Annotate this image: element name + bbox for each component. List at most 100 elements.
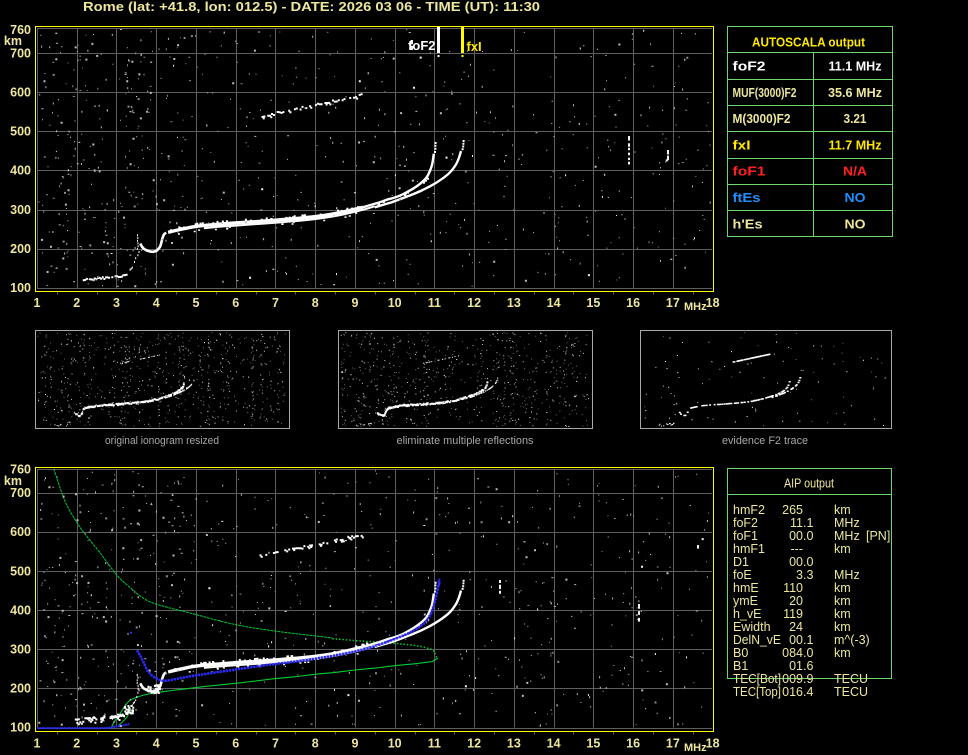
svg-text:fxI: fxI — [467, 39, 482, 54]
svg-text:18: 18 — [706, 296, 720, 310]
svg-text:7: 7 — [272, 296, 279, 310]
svg-text:00: 00 — [789, 529, 803, 543]
svg-text:km: km — [834, 503, 851, 517]
svg-text:100: 100 — [10, 281, 31, 295]
svg-text:km: km — [834, 607, 851, 621]
svg-text:15: 15 — [586, 737, 600, 751]
svg-text:N/A: N/A — [843, 164, 868, 179]
svg-text:TEC[Top]: TEC[Top] — [733, 685, 781, 699]
svg-text:11: 11 — [428, 296, 441, 310]
svg-text:11: 11 — [790, 516, 803, 530]
svg-text:MHz: MHz — [834, 568, 860, 582]
svg-text:700: 700 — [10, 486, 31, 500]
svg-text:00: 00 — [789, 555, 803, 569]
svg-text:10: 10 — [388, 737, 402, 751]
svg-text:500: 500 — [10, 125, 31, 139]
svg-text:400: 400 — [10, 603, 31, 617]
svg-text:Rome (lat: +41.8, lon: 012.5): Rome (lat: +41.8, lon: 012.5) - DATE: 20… — [83, 0, 540, 14]
svg-text:.6: .6 — [803, 659, 813, 673]
svg-text:h_vE: h_vE — [733, 607, 762, 621]
svg-text:foF1: foF1 — [733, 529, 758, 543]
svg-text:200: 200 — [10, 242, 31, 256]
svg-text:.0: .0 — [803, 555, 813, 569]
svg-text:9: 9 — [351, 737, 358, 751]
svg-text:.1: .1 — [803, 633, 813, 647]
svg-text:.0: .0 — [803, 529, 813, 543]
svg-text:B1: B1 — [733, 659, 748, 673]
svg-text:5: 5 — [192, 296, 199, 310]
svg-text:5: 5 — [192, 737, 199, 751]
svg-text:18: 18 — [706, 737, 720, 751]
svg-text:300: 300 — [10, 203, 31, 217]
svg-text:.3: .3 — [803, 568, 813, 582]
svg-text:.1: .1 — [803, 516, 813, 530]
svg-text:7: 7 — [272, 737, 279, 751]
svg-text:TECU: TECU — [834, 685, 868, 699]
svg-text:Ewidth: Ewidth — [733, 620, 771, 634]
svg-text:MHz: MHz — [684, 301, 707, 313]
svg-text:fxI: fxI — [733, 137, 751, 152]
svg-text:[PN]: [PN] — [866, 529, 890, 543]
svg-text:100: 100 — [10, 721, 31, 735]
svg-text:6: 6 — [232, 296, 239, 310]
svg-text:1: 1 — [34, 737, 41, 751]
svg-text:original ionogram resized: original ionogram resized — [105, 435, 219, 447]
svg-text:3: 3 — [796, 568, 803, 582]
svg-text:11: 11 — [428, 737, 441, 751]
svg-text:20: 20 — [789, 594, 803, 608]
svg-text:17: 17 — [666, 296, 680, 310]
svg-text:084: 084 — [782, 646, 803, 660]
svg-text:km: km — [834, 594, 851, 608]
svg-text:foF2: foF2 — [733, 516, 758, 530]
svg-text:9: 9 — [351, 296, 358, 310]
svg-text:4: 4 — [153, 296, 160, 310]
svg-text:foF2: foF2 — [733, 59, 766, 74]
svg-text:hmF1: hmF1 — [733, 542, 765, 556]
svg-text:km: km — [834, 581, 851, 595]
svg-text:17: 17 — [666, 737, 680, 751]
svg-text:D1: D1 — [733, 555, 749, 569]
svg-text:3.21: 3.21 — [844, 111, 867, 126]
svg-text:600: 600 — [10, 525, 31, 539]
svg-text:M(3000)F2: M(3000)F2 — [733, 111, 791, 126]
svg-text:MUF(3000)F2: MUF(3000)F2 — [733, 85, 797, 100]
svg-text:foF2: foF2 — [408, 38, 435, 53]
svg-text:11.1 MHz: 11.1 MHz — [829, 59, 882, 74]
svg-text:2: 2 — [73, 296, 80, 310]
svg-text:12: 12 — [467, 296, 481, 310]
svg-text:24: 24 — [789, 620, 803, 634]
svg-text:15: 15 — [586, 296, 600, 310]
svg-text:AUTOSCALA output: AUTOSCALA output — [752, 35, 866, 50]
svg-text:700: 700 — [10, 46, 31, 60]
svg-text:4: 4 — [153, 737, 160, 751]
svg-text:400: 400 — [10, 164, 31, 178]
svg-text:eliminate multiple reflections: eliminate multiple reflections — [397, 435, 534, 447]
svg-text:km: km — [834, 620, 851, 634]
svg-text:MHz: MHz — [834, 516, 860, 530]
svg-text:MHz: MHz — [834, 529, 860, 543]
svg-text:8: 8 — [312, 296, 319, 310]
svg-text:---: --- — [791, 542, 804, 556]
svg-text:.9: .9 — [803, 672, 813, 686]
svg-text:600: 600 — [10, 86, 31, 100]
svg-text:hmE: hmE — [733, 581, 759, 595]
svg-text:h'Es: h'Es — [733, 216, 763, 231]
svg-text:foF1: foF1 — [733, 164, 766, 179]
svg-text:NO: NO — [845, 216, 866, 231]
svg-text:DelN_vE: DelN_vE — [733, 633, 781, 647]
svg-text:AIP output: AIP output — [784, 476, 834, 491]
svg-text:m^(-3): m^(-3) — [834, 633, 870, 647]
svg-text:016: 016 — [782, 685, 803, 699]
svg-text:MHz: MHz — [684, 742, 707, 754]
svg-text:35.6 MHz: 35.6 MHz — [828, 85, 882, 100]
svg-text:km: km — [834, 542, 851, 556]
svg-text:11.7 MHz: 11.7 MHz — [829, 137, 882, 152]
svg-text:B0: B0 — [733, 646, 748, 660]
svg-text:8: 8 — [312, 737, 319, 751]
svg-text:km: km — [834, 646, 851, 660]
svg-text:13: 13 — [507, 737, 521, 751]
svg-text:hmF2: hmF2 — [733, 503, 765, 517]
svg-text:14: 14 — [547, 737, 561, 751]
svg-text:evidence F2 trace: evidence F2 trace — [722, 435, 808, 447]
svg-text:1: 1 — [34, 296, 41, 310]
